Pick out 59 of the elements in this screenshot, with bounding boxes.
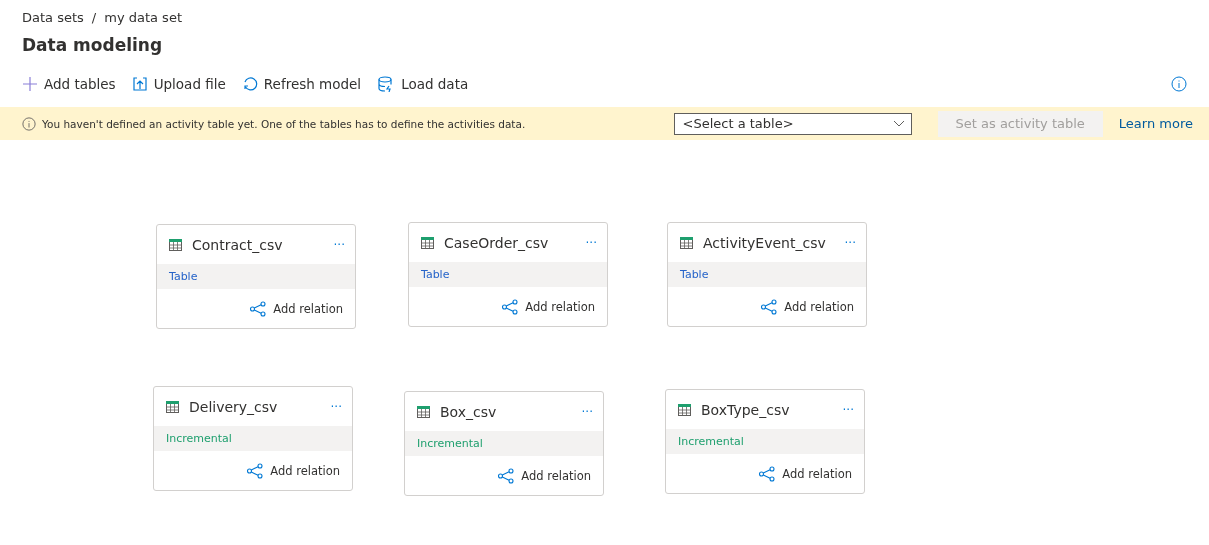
learn-more-link[interactable]: Learn more bbox=[1118, 116, 1193, 131]
toolbar-button[interactable]: Load data bbox=[377, 76, 469, 92]
toolbar-button[interactable]: Refresh model bbox=[241, 76, 362, 92]
relation-icon bbox=[758, 465, 777, 482]
table-name: Delivery_csv bbox=[189, 398, 279, 415]
toolbar-button[interactable]: Upload file bbox=[131, 76, 226, 92]
table-icon bbox=[169, 238, 182, 251]
table-type: Table bbox=[421, 268, 450, 281]
relation-icon bbox=[501, 298, 520, 315]
more-button[interactable]: ··· bbox=[581, 404, 593, 419]
table-select[interactable]: <Select a table> bbox=[673, 112, 912, 135]
table-type: Table bbox=[169, 270, 198, 283]
plus-icon bbox=[22, 76, 38, 92]
breadcrumb-link[interactable]: Data sets bbox=[22, 10, 84, 25]
add-relation-button[interactable]: Add relation bbox=[758, 465, 852, 482]
table-card[interactable]: Contract_csv ··· Table Add relation bbox=[156, 224, 356, 329]
table-type: Incremental bbox=[417, 437, 483, 450]
table-type: Incremental bbox=[678, 435, 744, 448]
info-icon bbox=[22, 116, 36, 131]
table-card[interactable]: CaseOrder_csv ··· Table Add relation bbox=[408, 222, 608, 327]
more-button[interactable]: ··· bbox=[844, 235, 856, 250]
add-relation-button[interactable]: Add relation bbox=[501, 298, 595, 315]
table-name: BoxType_csv bbox=[701, 401, 791, 418]
table-name: Contract_csv bbox=[192, 236, 284, 253]
breadcrumb-current[interactable]: my data set bbox=[104, 10, 182, 25]
table-name: Box_csv bbox=[440, 403, 498, 420]
more-button[interactable]: ··· bbox=[330, 399, 342, 414]
table-icon bbox=[421, 236, 434, 249]
table-card[interactable]: BoxType_csv ··· Incremental Add relation bbox=[665, 389, 865, 494]
relation-icon bbox=[760, 298, 779, 315]
relation-icon bbox=[497, 467, 516, 484]
table-card[interactable]: Delivery_csv ··· Incremental Add relation bbox=[153, 386, 353, 491]
table-icon bbox=[678, 403, 691, 416]
table-name: ActivityEvent_csv bbox=[703, 234, 827, 251]
more-button[interactable]: ··· bbox=[585, 235, 597, 250]
chevron-down-icon bbox=[892, 119, 905, 128]
refresh-icon bbox=[241, 76, 258, 92]
page-title: Data modeling bbox=[22, 35, 164, 55]
more-button[interactable]: ··· bbox=[842, 402, 854, 417]
more-button[interactable]: ··· bbox=[333, 237, 345, 252]
info-icon[interactable] bbox=[1171, 76, 1187, 92]
breadcrumb-separator: / bbox=[91, 10, 97, 25]
table-card[interactable]: Box_csv ··· Incremental Add relation bbox=[404, 391, 604, 496]
table-type: Table bbox=[680, 268, 709, 281]
relation-icon bbox=[249, 300, 268, 317]
add-relation-button[interactable]: Add relation bbox=[249, 300, 343, 317]
warning-message: You haven't defined an activity table yet. One of the tables has to define the activities data. bbox=[42, 117, 527, 130]
table-icon bbox=[417, 405, 430, 418]
table-card[interactable]: ActivityEvent_csv ··· Table Add relation bbox=[667, 222, 867, 327]
add-relation-button[interactable]: Add relation bbox=[760, 298, 854, 315]
toolbar-button[interactable]: Add tables bbox=[22, 76, 116, 92]
upload-icon bbox=[131, 76, 148, 92]
add-relation-button[interactable]: Add relation bbox=[246, 462, 340, 479]
table-type: Incremental bbox=[166, 432, 232, 445]
relation-icon bbox=[246, 462, 265, 479]
table-icon bbox=[680, 236, 693, 249]
add-relation-button[interactable]: Add relation bbox=[497, 467, 591, 484]
table-icon bbox=[166, 400, 179, 413]
table-name: CaseOrder_csv bbox=[444, 234, 550, 251]
